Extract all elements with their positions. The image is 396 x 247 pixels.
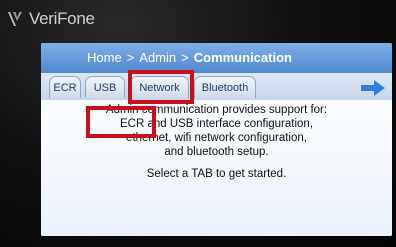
breadcrumb-home[interactable]: Home bbox=[87, 50, 122, 65]
select-tab-prompt: Select a TAB to get started. bbox=[146, 168, 287, 180]
description-line: and bluetooth setup. bbox=[164, 146, 269, 158]
terminal-screen: Home > Admin > Communication ECR USB Network… bbox=[41, 43, 392, 236]
breadcrumb: Home > Admin > Communication bbox=[87, 50, 292, 65]
title-bar: Home > Admin > Communication bbox=[41, 43, 392, 73]
verifone-logo-icon bbox=[8, 12, 22, 26]
arrow-right-icon[interactable] bbox=[360, 79, 386, 97]
text-highlight bbox=[86, 106, 156, 138]
tab-ecr[interactable]: ECR bbox=[49, 76, 81, 98]
tab-usb[interactable]: USB bbox=[85, 76, 125, 98]
tab-bluetooth[interactable]: Bluetooth bbox=[194, 76, 256, 98]
brand-logo: VeriFone bbox=[6, 8, 95, 30]
breadcrumb-separator: > bbox=[126, 50, 135, 65]
tab-bar: ECR USB Network Bluetooth bbox=[41, 73, 392, 100]
breadcrumb-separator: > bbox=[181, 50, 189, 65]
breadcrumb-communication: Communication bbox=[193, 50, 292, 65]
network-tab-highlight bbox=[128, 70, 194, 104]
breadcrumb-admin[interactable]: Admin bbox=[139, 50, 176, 65]
brand-name: VeriFone bbox=[29, 9, 95, 28]
